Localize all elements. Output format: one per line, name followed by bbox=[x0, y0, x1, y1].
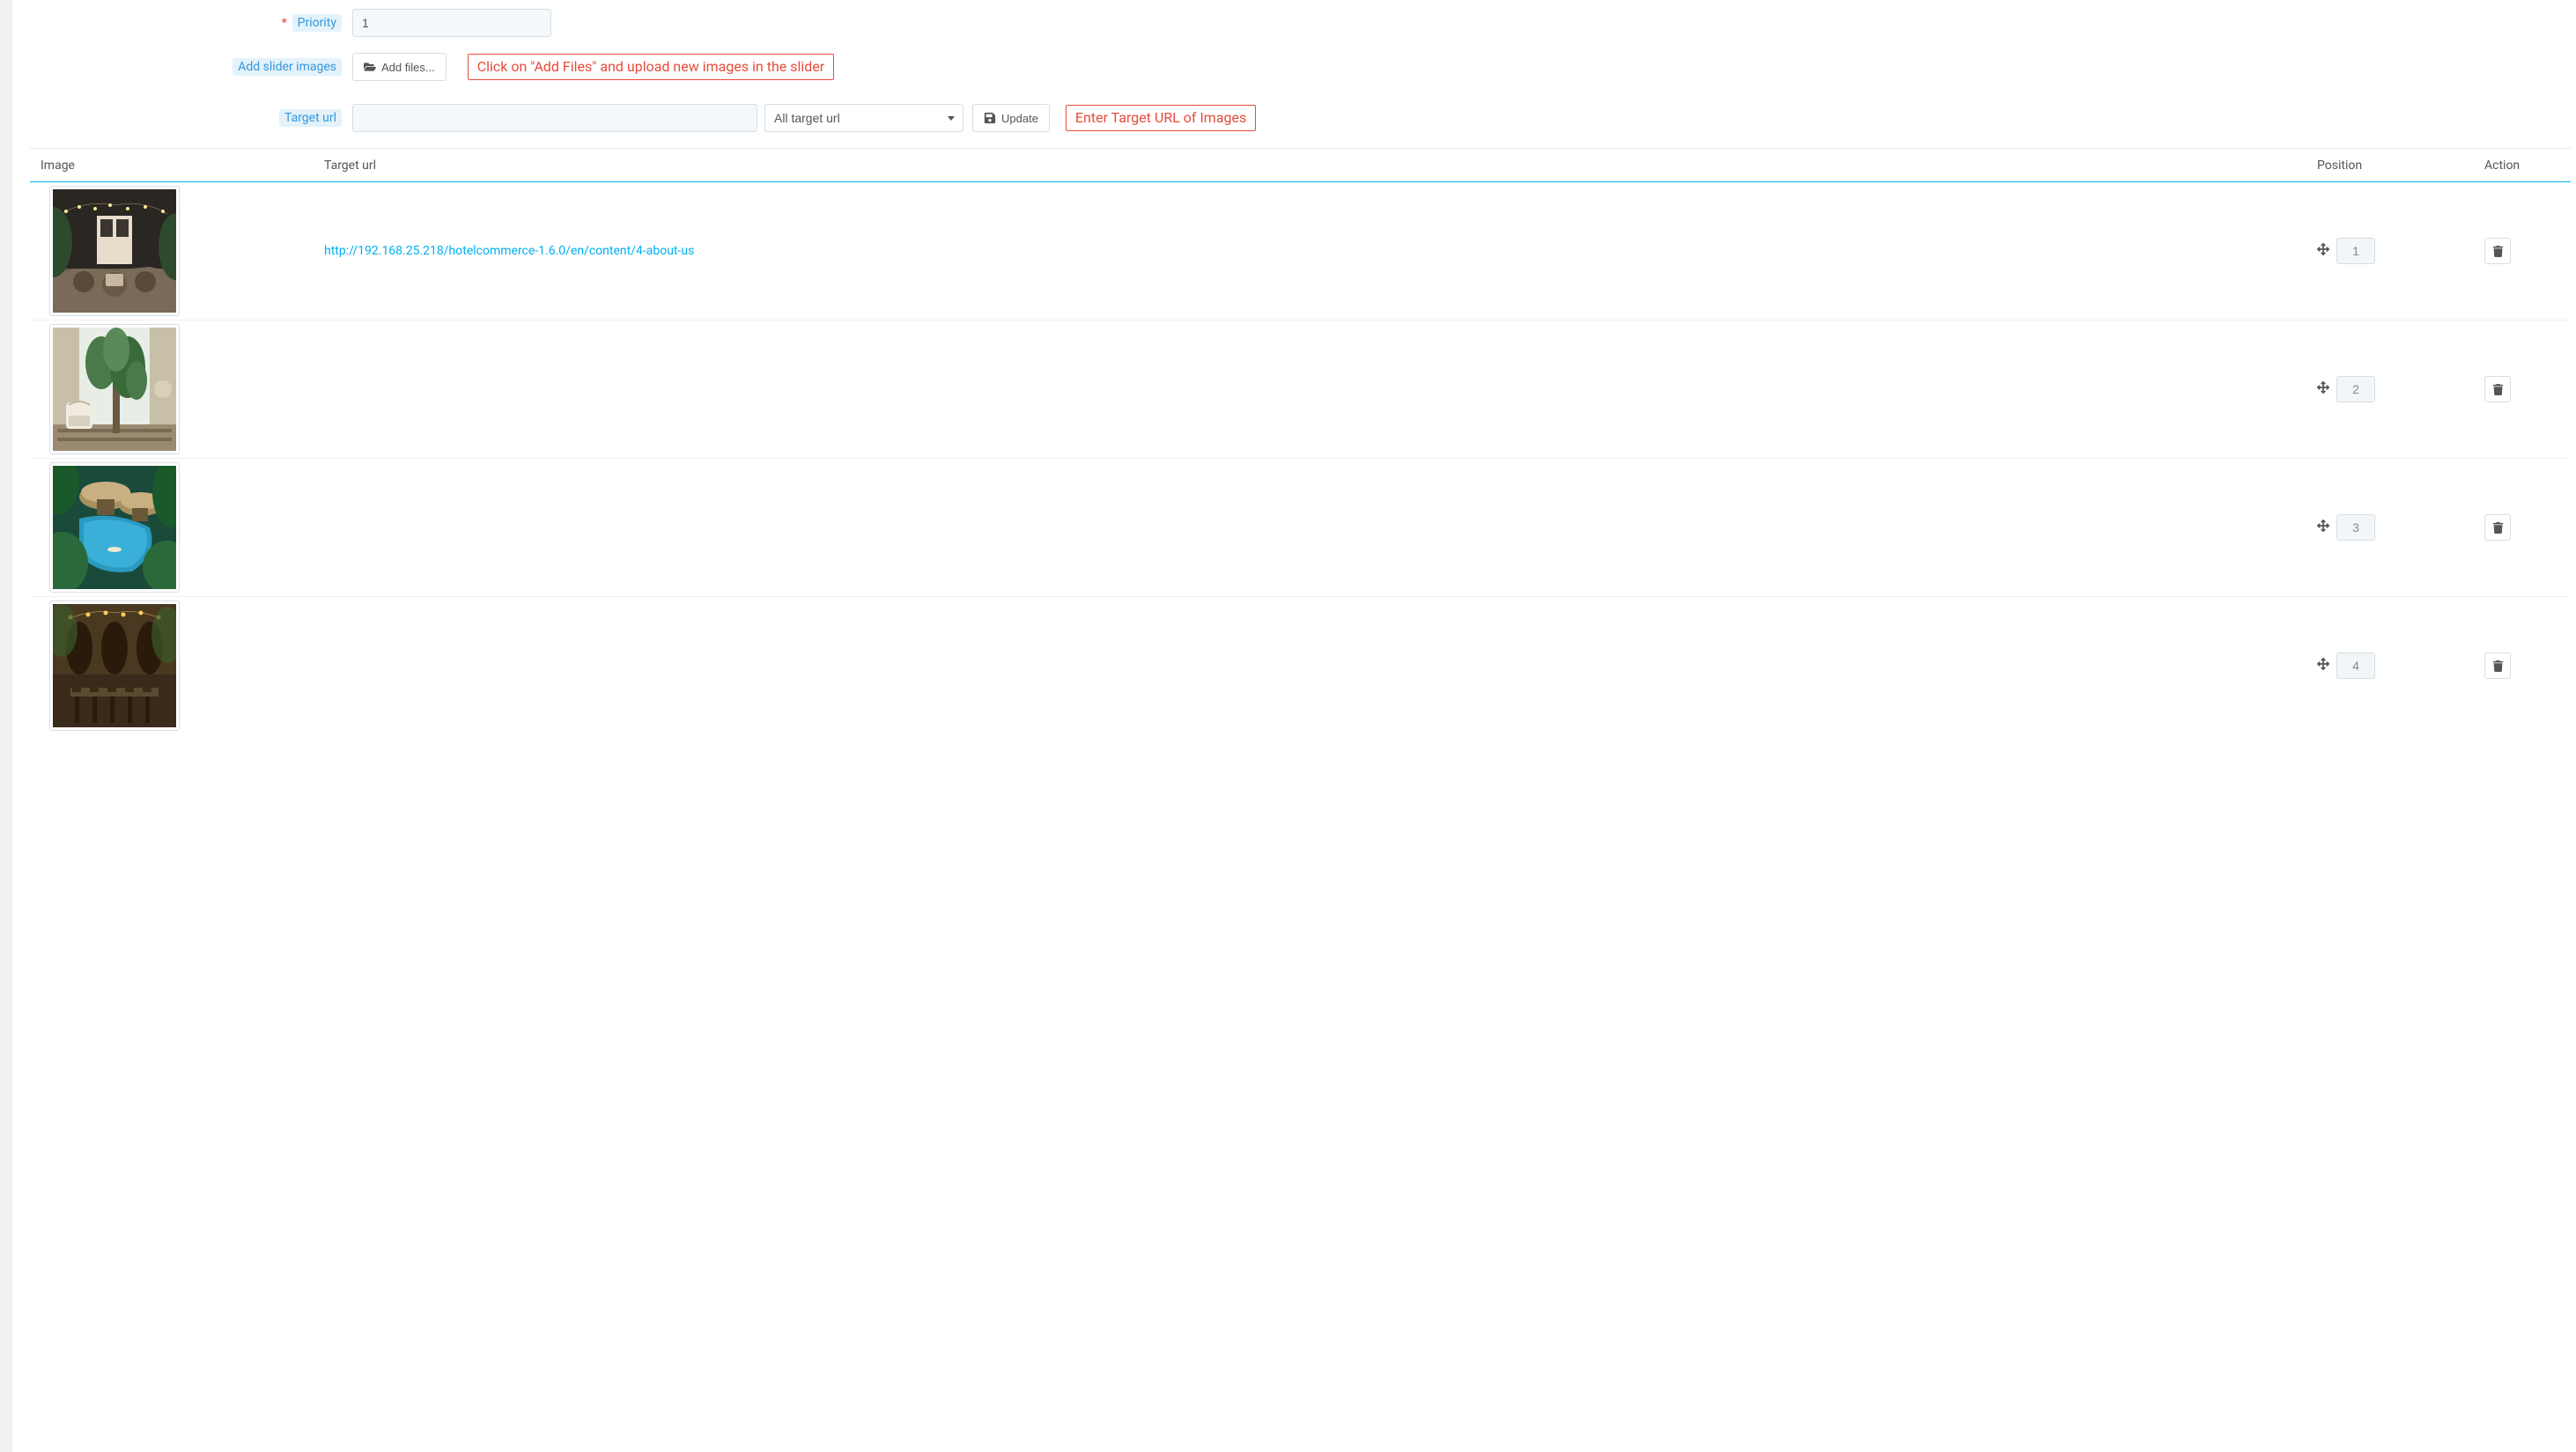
add-files-hint: Click on "Add Files" and upload new imag… bbox=[468, 54, 835, 79]
table-row bbox=[30, 597, 2571, 734]
add-slider-images-row: Add slider images Add files... Click on … bbox=[39, 53, 2562, 81]
table-header: Image Target url Position Action bbox=[30, 149, 2571, 182]
add-files-label: Add files... bbox=[381, 61, 435, 74]
header-image: Image bbox=[30, 158, 321, 173]
folder-open-icon bbox=[364, 61, 376, 73]
priority-row: * Priority bbox=[39, 9, 2562, 37]
delete-button[interactable] bbox=[2484, 514, 2511, 541]
slider-images-table: Image Target url Position Action bbox=[30, 148, 2571, 734]
image-thumbnail[interactable] bbox=[49, 324, 180, 454]
table-row: http://192.168.25.218/hotelcommerce-1.6.… bbox=[30, 182, 2571, 321]
target-url-row: Target url All target url Update Enter T… bbox=[39, 104, 2562, 132]
trash-icon bbox=[2492, 522, 2504, 534]
delete-button[interactable] bbox=[2484, 238, 2511, 264]
drag-handle-icon[interactable] bbox=[2317, 381, 2329, 397]
delete-button[interactable] bbox=[2484, 652, 2511, 679]
target-url-link[interactable]: http://192.168.25.218/hotelcommerce-1.6.… bbox=[324, 244, 694, 258]
drag-handle-icon[interactable] bbox=[2317, 520, 2329, 535]
image-thumbnail[interactable] bbox=[49, 601, 180, 731]
header-action: Action bbox=[2484, 158, 2571, 173]
add-slider-images-label: Add slider images bbox=[233, 58, 342, 76]
drag-handle-icon[interactable] bbox=[2317, 243, 2329, 259]
priority-label: Priority bbox=[292, 14, 342, 32]
table-row bbox=[30, 459, 2571, 597]
image-thumbnail[interactable] bbox=[49, 186, 180, 316]
position-input[interactable] bbox=[2336, 652, 2375, 679]
priority-input[interactable] bbox=[352, 9, 551, 37]
delete-button[interactable] bbox=[2484, 376, 2511, 402]
update-button[interactable]: Update bbox=[972, 104, 1050, 132]
target-url-label: Target url bbox=[279, 109, 342, 127]
drag-handle-icon[interactable] bbox=[2317, 658, 2329, 674]
trash-icon bbox=[2492, 384, 2504, 395]
position-input[interactable] bbox=[2336, 238, 2375, 264]
target-url-hint: Enter Target URL of Images bbox=[1066, 105, 1256, 130]
header-target-url: Target url bbox=[321, 158, 2317, 173]
target-url-select[interactable]: All target url bbox=[764, 104, 963, 132]
add-files-button[interactable]: Add files... bbox=[352, 53, 447, 81]
position-input[interactable] bbox=[2336, 376, 2375, 402]
image-thumbnail[interactable] bbox=[49, 462, 180, 593]
save-icon bbox=[984, 112, 996, 124]
position-input[interactable] bbox=[2336, 514, 2375, 541]
target-url-input[interactable] bbox=[352, 104, 757, 132]
trash-icon bbox=[2492, 246, 2504, 257]
update-label: Update bbox=[1001, 112, 1038, 125]
trash-icon bbox=[2492, 660, 2504, 672]
required-star: * bbox=[282, 17, 287, 30]
table-row bbox=[30, 321, 2571, 459]
header-position: Position bbox=[2317, 158, 2484, 173]
